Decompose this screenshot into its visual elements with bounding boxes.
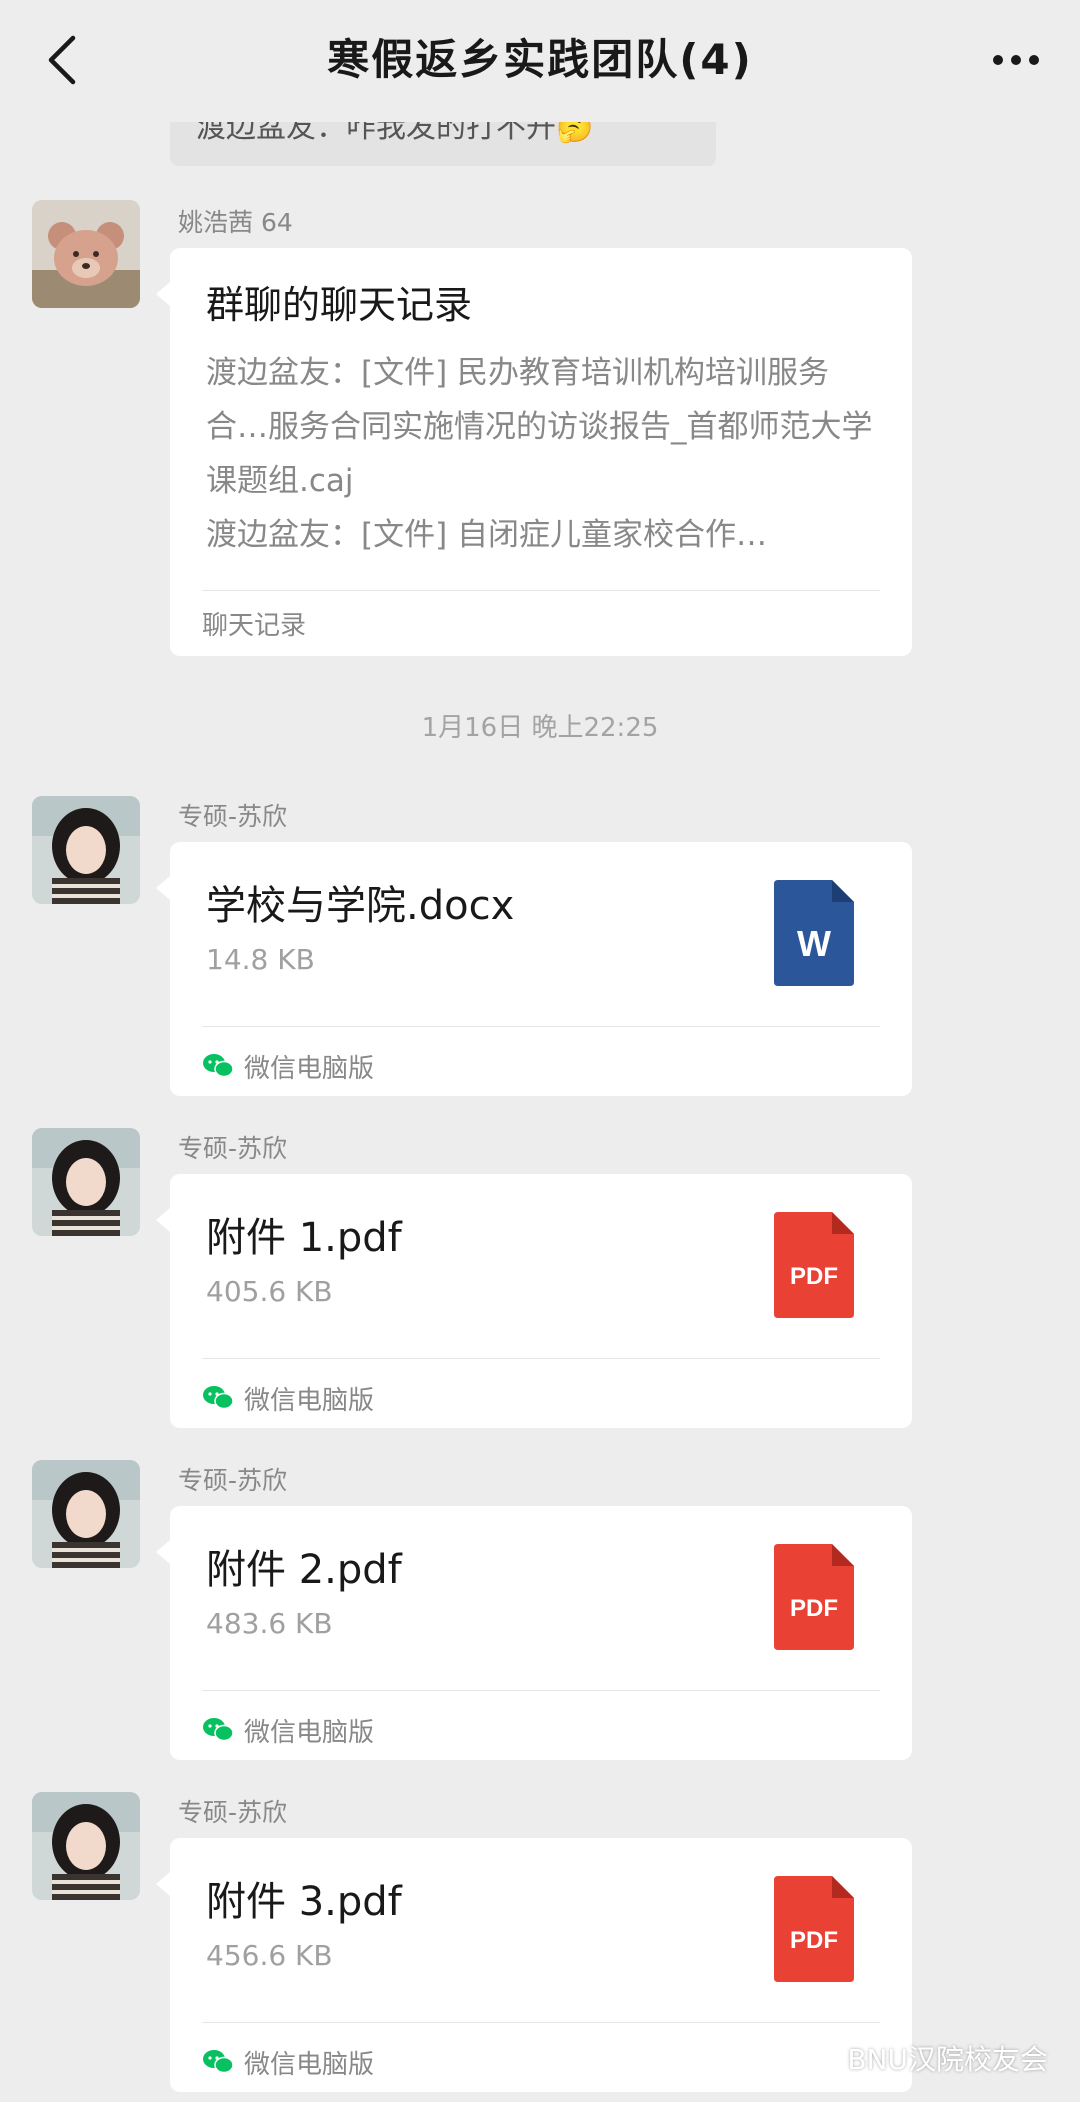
avatar[interactable]: [32, 200, 140, 308]
file-name: 附件 2.pdf: [206, 1547, 402, 1593]
girl-avatar-icon: [32, 1792, 140, 1900]
back-button[interactable]: [30, 28, 94, 92]
divider: [202, 590, 880, 591]
chat-record-line: 渡边盆友：[文件] 民办教育培训机构培训服务合…服务合同实施情况的访谈报告_首都…: [206, 355, 873, 499]
pdf-file-icon-label: PDF: [790, 1595, 838, 1622]
file-source-footer: 微信电脑版: [202, 2040, 374, 2084]
quoted-message[interactable]: 渡边盆友：咋我发的打不开🤔: [170, 122, 716, 166]
quoted-message-text: 渡边盆友：咋我发的打不开🤔: [196, 122, 594, 145]
sender-name: 专硕-苏欣: [178, 1798, 288, 1827]
chat-title: 寒假返乡实践团队(4): [327, 35, 753, 84]
file-size: 456.6 KB: [206, 1939, 333, 1972]
sender-name: 专硕-苏欣: [178, 1134, 288, 1163]
chat-record-card[interactable]: 群聊的聊天记录 渡边盆友：[文件] 民办教育培训机构培训服务合…服务合同实施情况…: [156, 248, 912, 656]
word-file-icon-label: W: [797, 923, 831, 964]
file-source-label: 微信电脑版: [244, 1717, 375, 1748]
watermark: BNU汉院校友会: [799, 2036, 1048, 2080]
sender-name: 专硕-苏欣: [178, 1466, 288, 1495]
pdf-file-icon: PDF: [774, 1876, 854, 1982]
avatar[interactable]: [32, 796, 140, 904]
file-source-footer: 微信电脑版: [202, 1376, 374, 1420]
divider: [202, 1358, 880, 1359]
pdf-file-icon-label: PDF: [790, 1263, 838, 1290]
wechat-icon: [203, 1718, 234, 1742]
divider: [202, 2022, 880, 2023]
file-name: 学校与学院.docx: [206, 883, 515, 929]
more-dot-icon: [1011, 55, 1021, 65]
chat-record-line: 渡边盆友：[文件] 自闭症儿童家校合作…: [206, 517, 768, 553]
sender-name: 专硕-苏欣: [178, 802, 288, 831]
avatar[interactable]: [32, 1792, 140, 1900]
wechat-icon: [203, 1054, 234, 1078]
divider: [202, 1690, 880, 1691]
wechat-official-account-icon: [800, 2042, 838, 2072]
file-name: 附件 1.pdf: [206, 1215, 402, 1261]
file-message-card[interactable]: 附件 1.pdf 405.6 KB PDF 微信电脑版: [156, 1174, 912, 1428]
file-source-footer: 微信电脑版: [202, 1708, 374, 1752]
avatar[interactable]: [32, 1460, 140, 1568]
top-bar: 寒假返乡实践团队(4): [0, 0, 1080, 122]
watermark-text: BNU汉院校友会: [847, 2043, 1048, 2076]
chevron-left-icon: [48, 35, 76, 85]
file-source-footer: 微信电脑版: [202, 1044, 374, 1088]
sender-name: 姚浩茜 64: [178, 208, 293, 237]
file-message-card[interactable]: 附件 2.pdf 483.6 KB PDF 微信电脑版: [156, 1506, 912, 1760]
pdf-file-icon: PDF: [774, 1544, 854, 1650]
chat-record-preview: 渡边盆友：[文件] 民办教育培训机构培训服务合…服务合同实施情况的访谈报告_首都…: [206, 346, 882, 562]
file-source-label: 微信电脑版: [244, 1053, 375, 1084]
file-source-label: 微信电脑版: [244, 2049, 375, 2080]
file-message-card[interactable]: 学校与学院.docx 14.8 KB W 微信电脑版: [156, 842, 912, 1096]
teddy-bear-avatar-icon: [32, 200, 140, 308]
chat-record-title: 群聊的聊天记录: [206, 283, 473, 327]
file-size: 405.6 KB: [206, 1275, 333, 1308]
wechat-icon: [203, 2050, 234, 2074]
wechat-icon: [203, 1386, 234, 1410]
file-source-label: 微信电脑版: [244, 1385, 375, 1416]
word-file-icon: W: [774, 880, 854, 986]
girl-avatar-icon: [32, 1460, 140, 1568]
file-size: 14.8 KB: [206, 943, 315, 976]
divider: [202, 1026, 880, 1027]
girl-avatar-icon: [32, 1128, 140, 1236]
pdf-file-icon-label: PDF: [790, 1927, 838, 1954]
file-name: 附件 3.pdf: [206, 1879, 402, 1925]
more-dot-icon: [1029, 55, 1039, 65]
avatar[interactable]: [32, 1128, 140, 1236]
more-options-button[interactable]: [976, 30, 1056, 90]
file-size: 483.6 KB: [206, 1607, 333, 1640]
timestamp: 1月16日 晚上22:25: [421, 713, 659, 743]
pdf-file-icon: PDF: [774, 1212, 854, 1318]
girl-avatar-icon: [32, 796, 140, 904]
more-dot-icon: [993, 55, 1003, 65]
chat-record-footer: 聊天记录: [202, 611, 307, 641]
